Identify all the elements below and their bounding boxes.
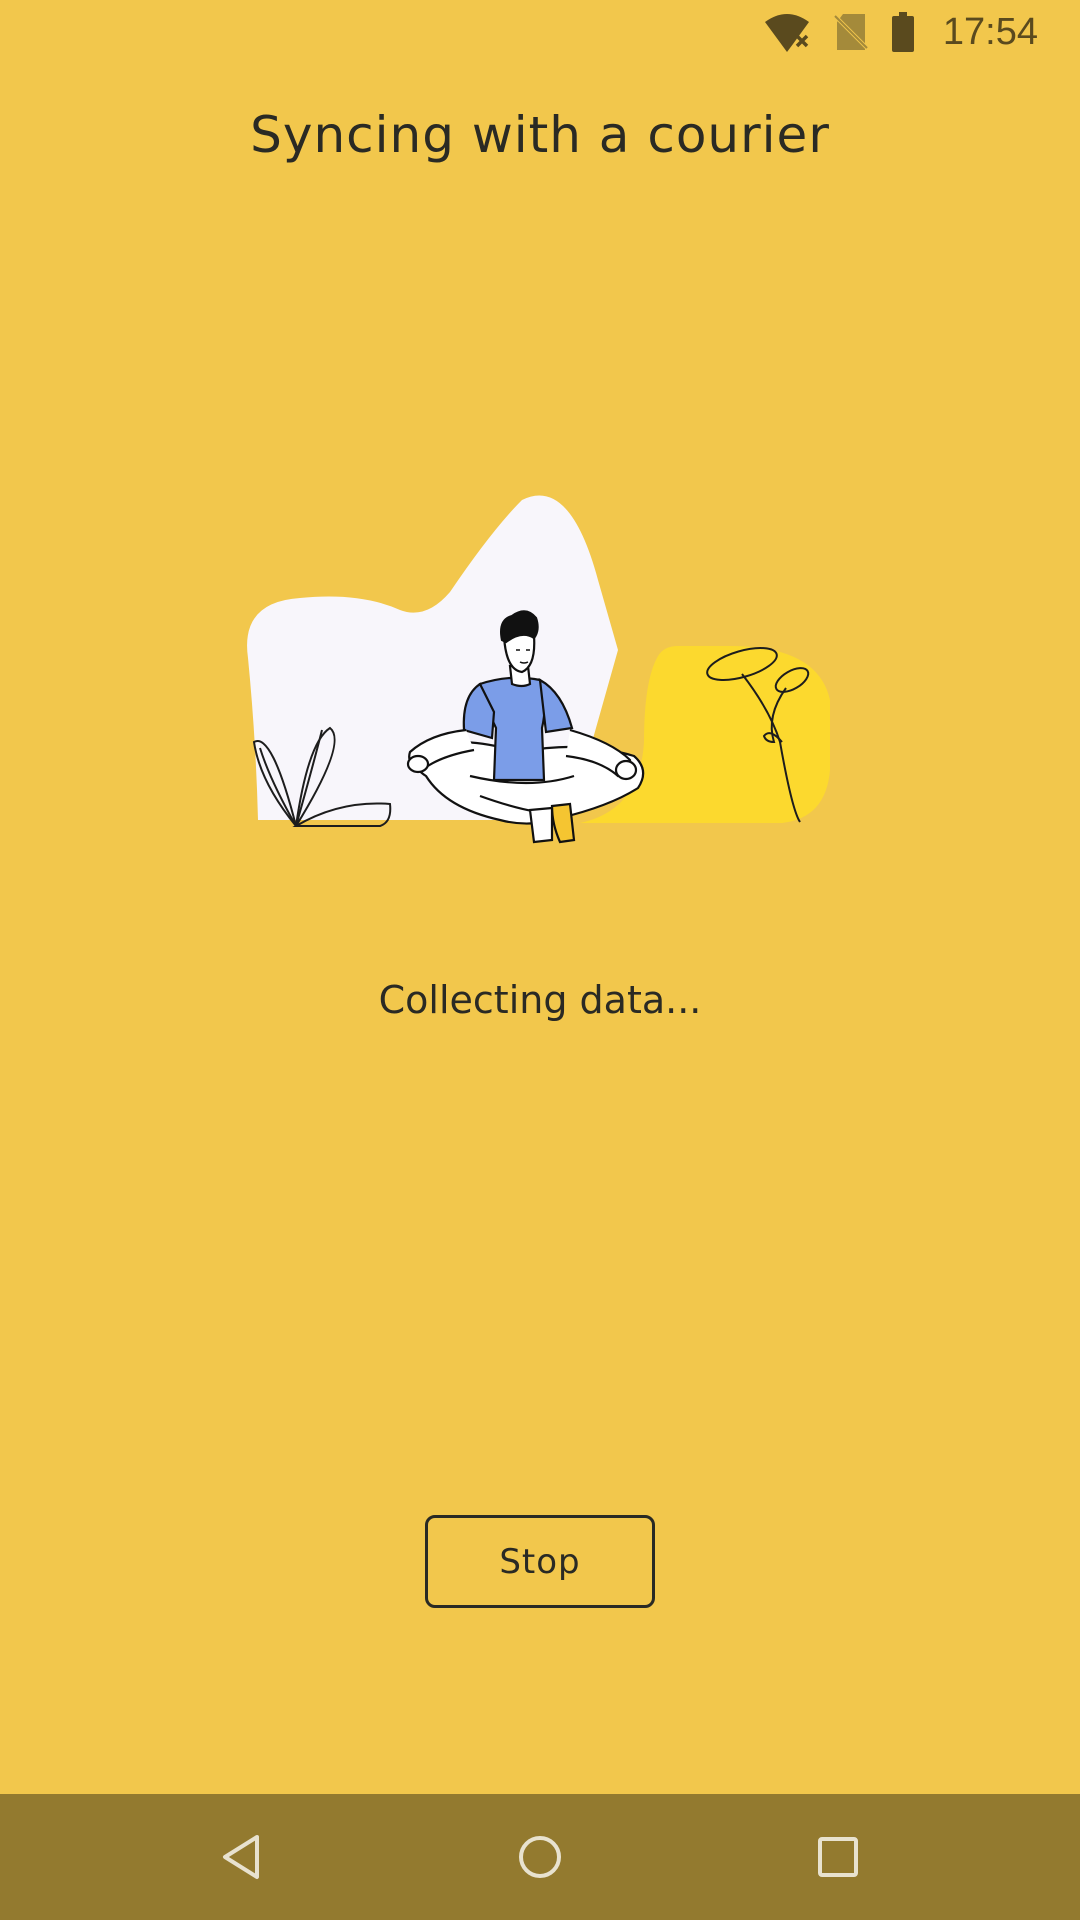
back-icon[interactable] (211, 1827, 271, 1887)
recents-icon[interactable] (808, 1827, 868, 1887)
status-icons: 17:54 (763, 8, 1038, 56)
person-meditating-illustration (230, 480, 850, 860)
status-bar: 17:54 (0, 0, 1080, 64)
navigation-bar (0, 1794, 1080, 1920)
progress-text: Collecting data... (378, 978, 702, 1022)
no-sim-icon (833, 12, 869, 52)
home-icon[interactable] (510, 1827, 570, 1887)
wifi-off-icon (763, 12, 811, 52)
battery-icon (891, 12, 915, 52)
page-title: Syncing with a courier (250, 106, 830, 164)
status-time: 17:54 (942, 10, 1038, 53)
stop-button[interactable]: Stop (425, 1515, 655, 1608)
